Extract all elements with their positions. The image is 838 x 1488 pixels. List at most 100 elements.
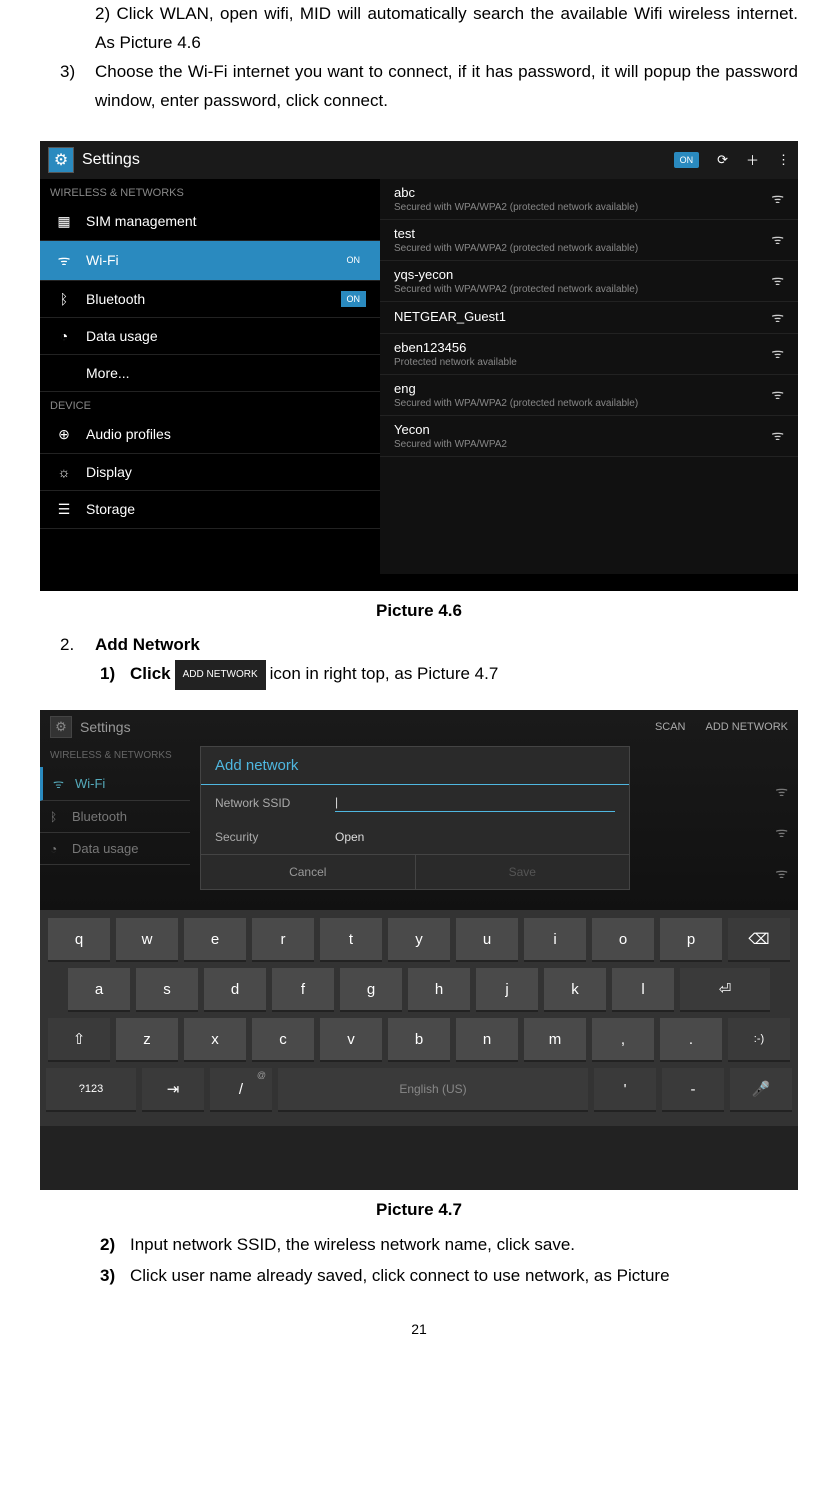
substep-1-num: 1) [100, 659, 130, 690]
key-e[interactable]: e [184, 918, 246, 962]
sidebar-storage[interactable]: ☰Storage [40, 491, 380, 529]
wifi-toggle[interactable]: ON [341, 252, 367, 268]
key-b[interactable]: b [388, 1018, 450, 1062]
add-network-inline-icon: ADD NETWORK [175, 660, 266, 690]
substep-3: 3) Click user name already saved, click … [100, 1261, 798, 1292]
key-n[interactable]: n [456, 1018, 518, 1062]
sidebar-more[interactable]: More... [40, 355, 380, 392]
wifi-network-list: abcSecured with WPA/WPA2 (protected netw… [380, 179, 798, 574]
sidebar-audio[interactable]: ⊕Audio profiles [40, 416, 380, 454]
key-slash[interactable]: / [210, 1068, 272, 1112]
key-k[interactable]: k [544, 968, 606, 1012]
network-eben[interactable]: eben123456Protected network availableᯤ [380, 334, 798, 375]
network-test[interactable]: testSecured with WPA/WPA2 (protected net… [380, 220, 798, 261]
key-v[interactable]: v [320, 1018, 382, 1062]
step-3-text: Choose the Wi-Fi internet you want to co… [95, 58, 798, 116]
network-eng[interactable]: engSecured with WPA/WPA2 (protected netw… [380, 375, 798, 416]
settings-title: Settings [82, 151, 674, 169]
key-m[interactable]: m [524, 1018, 586, 1062]
add-network-dialog: Add network Network SSID| SecurityOpen C… [200, 746, 630, 890]
key-c[interactable]: c [252, 1018, 314, 1062]
key-backspace[interactable]: ⌫ [728, 918, 790, 962]
scan-button[interactable]: SCAN [655, 721, 686, 733]
substep-2-text: Input network SSID, the wireless network… [130, 1230, 575, 1261]
substep-1-click: Click [130, 659, 171, 690]
key-mic[interactable]: 🎤 [730, 1068, 792, 1112]
key-l[interactable]: l [612, 968, 674, 1012]
key-p[interactable]: p [660, 918, 722, 962]
add-network-button[interactable]: ADD NETWORK [706, 721, 789, 733]
key-t[interactable]: t [320, 918, 382, 962]
key-d[interactable]: d [204, 968, 266, 1012]
settings-sidebar-2: WIRELESS & NETWORKS ᯤWi-Fi ᛒBluetooth ◔D… [40, 744, 190, 865]
display-icon: ☼ [54, 464, 74, 480]
signal-icon: ᯤ [771, 344, 784, 363]
cancel-button[interactable]: Cancel [201, 854, 415, 889]
settings-title-2: Settings [80, 719, 655, 735]
settings-icon[interactable]: ⚙ [48, 147, 74, 173]
menu-icon[interactable]: ⋮ [777, 152, 790, 168]
key-apostrophe[interactable]: ' [594, 1068, 656, 1112]
section-2-title: Add Network [95, 631, 798, 660]
settings-icon[interactable]: ⚙ [50, 716, 72, 738]
caption-4-7: Picture 4.7 [40, 1200, 798, 1220]
key-shift[interactable]: ⇧ [48, 1018, 110, 1062]
dialog-title: Add network [201, 747, 629, 785]
settings-header: ⚙ Settings ON ⟳ ＋ ⋮ [40, 141, 798, 179]
sidebar-sim[interactable]: ▦SIM management [40, 203, 380, 241]
security-select[interactable]: Open [335, 828, 615, 846]
key-enter[interactable]: ⏎ [680, 968, 770, 1012]
sidebar-display[interactable]: ☼Display [40, 454, 380, 491]
sidebar-data[interactable]: ◔Data usage [40, 318, 380, 355]
ssid-input[interactable]: | [335, 793, 615, 812]
network-netgear[interactable]: NETGEAR_Guest1ᯤ [380, 302, 798, 334]
network-yqs[interactable]: yqs-yeconSecured with WPA/WPA2 (protecte… [380, 261, 798, 302]
sidebar-bluetooth-2[interactable]: ᛒBluetooth [40, 801, 190, 833]
key-g[interactable]: g [340, 968, 402, 1012]
key-dash[interactable]: - [662, 1068, 724, 1112]
refresh-icon[interactable]: ⟳ [717, 152, 728, 168]
key-q[interactable]: q [48, 918, 110, 962]
network-abc[interactable]: abcSecured with WPA/WPA2 (protected netw… [380, 179, 798, 220]
substep-2: 2) Input network SSID, the wireless netw… [100, 1230, 798, 1261]
sidebar-wifi[interactable]: ᯤWi-FiON [40, 241, 380, 281]
sidebar-data-2[interactable]: ◔Data usage [40, 833, 190, 865]
key-o[interactable]: o [592, 918, 654, 962]
key-period[interactable]: . [660, 1018, 722, 1062]
key-r[interactable]: r [252, 918, 314, 962]
key-z[interactable]: z [116, 1018, 178, 1062]
key-emoji[interactable]: :-) [728, 1018, 790, 1062]
wifi-icon: ᯤ [53, 775, 69, 792]
signal-icon: ᯤ [771, 308, 784, 327]
wifi-icon: ᯤ [54, 251, 74, 270]
master-toggle[interactable]: ON [674, 152, 700, 168]
key-j[interactable]: j [476, 968, 538, 1012]
key-i[interactable]: i [524, 918, 586, 962]
security-label: Security [215, 830, 335, 844]
on-screen-keyboard: q w e r t y u i o p ⌫ a s d f g h j k l … [40, 910, 798, 1126]
key-space[interactable]: English (US) [278, 1068, 588, 1112]
save-button[interactable]: Save [415, 854, 630, 889]
sidebar-bluetooth[interactable]: ᛒBluetoothON [40, 281, 380, 318]
settings-sidebar: WIRELESS & NETWORKS ▦SIM management ᯤWi-… [40, 179, 380, 574]
add-icon[interactable]: ＋ [746, 150, 759, 169]
key-h[interactable]: h [408, 968, 470, 1012]
key-y[interactable]: y [388, 918, 450, 962]
key-w[interactable]: w [116, 918, 178, 962]
key-x[interactable]: x [184, 1018, 246, 1062]
bt-toggle[interactable]: ON [341, 291, 367, 307]
key-a[interactable]: a [68, 968, 130, 1012]
key-u[interactable]: u [456, 918, 518, 962]
signal-icon: ᯤ [771, 271, 784, 290]
settings-header-2: ⚙ Settings SCAN ADD NETWORK [40, 710, 798, 744]
key-s[interactable]: s [136, 968, 198, 1012]
network-yecon[interactable]: YeconSecured with WPA/WPA2ᯤ [380, 416, 798, 457]
substep-3-text: Click user name already saved, click con… [130, 1261, 670, 1292]
step-3: 3) Choose the Wi-Fi internet you want to… [60, 58, 798, 116]
sidebar-wifi-2[interactable]: ᯤWi-Fi [40, 767, 190, 801]
key-f[interactable]: f [272, 968, 334, 1012]
key-symbols[interactable]: ?123 [46, 1068, 136, 1112]
substep-3-num: 3) [100, 1261, 130, 1292]
key-comma[interactable]: , [592, 1018, 654, 1062]
key-tab[interactable]: ⇥ [142, 1068, 204, 1112]
